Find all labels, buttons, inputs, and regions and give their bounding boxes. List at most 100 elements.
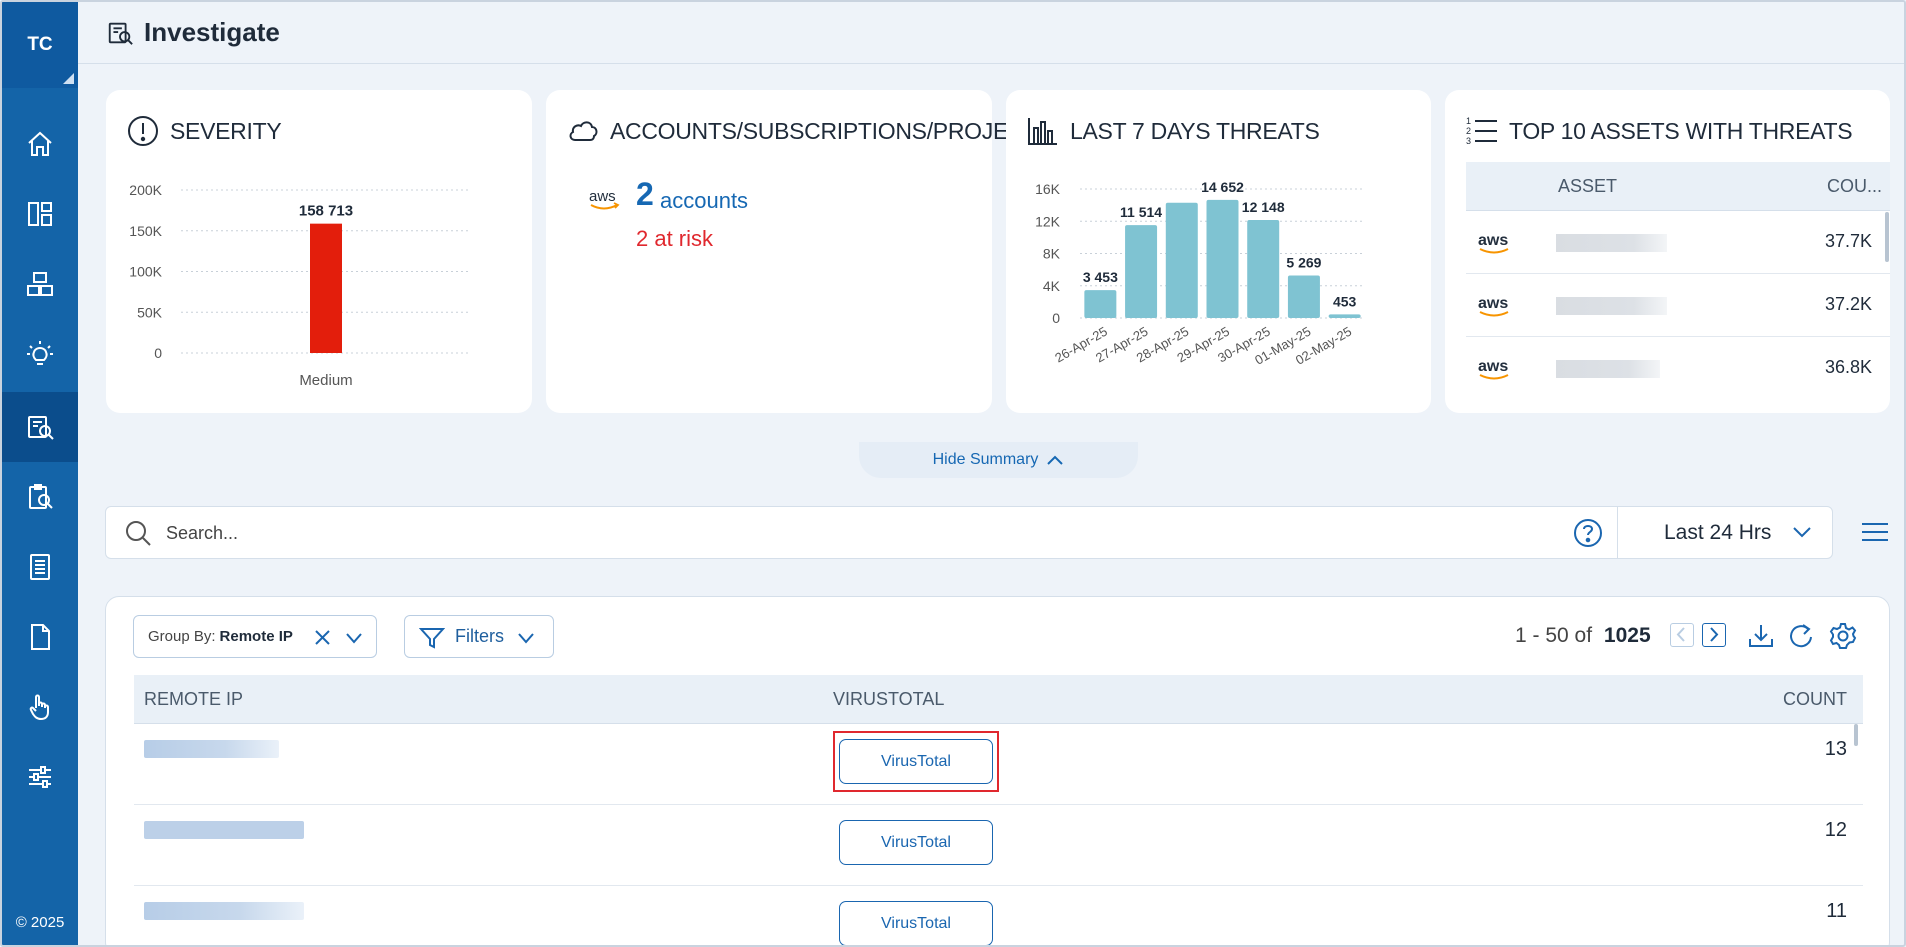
filters-label: Filters: [455, 626, 504, 646]
chevron-up-icon: [1047, 455, 1064, 465]
severity-card-title: SEVERITY: [126, 114, 282, 148]
svg-text:aws: aws: [589, 188, 616, 205]
filters-button[interactable]: Filters: [404, 615, 554, 658]
svg-text:2: 2: [1466, 126, 1471, 136]
bar: [1125, 225, 1158, 318]
asset-name-redacted: [1556, 297, 1667, 315]
alert-icon: [128, 116, 158, 146]
investigate-icon: [108, 22, 133, 45]
bar: [1206, 199, 1239, 318]
svg-text:aws: aws: [1478, 232, 1508, 249]
chevron-down-icon[interactable]: [345, 632, 363, 644]
table-row[interactable]: VirusTotal 11: [134, 886, 1863, 945]
top-asset-row[interactable]: aws 36.8K: [1466, 337, 1890, 407]
accounts-card-title: ACCOUNTS/SUBSCRIPTIONS/PROJECTS: [566, 114, 1081, 148]
hide-summary-label: Hide Summary: [932, 451, 1039, 468]
help-icon[interactable]: [1573, 518, 1603, 548]
severity-title: SEVERITY: [170, 117, 282, 144]
table-row[interactable]: VirusTotal 13: [134, 724, 1863, 805]
data-label: 11 514: [1120, 204, 1162, 220]
sidebar-item-document[interactable]: [2, 602, 78, 672]
bar: [1287, 275, 1320, 318]
bar: [1084, 290, 1117, 318]
top-asset-row[interactable]: aws 37.2K: [1466, 274, 1890, 337]
close-icon[interactable]: [314, 629, 331, 646]
col-virustotal[interactable]: VIRUSTOTAL: [833, 689, 944, 710]
top-asset-row[interactable]: aws 37.7K: [1466, 211, 1890, 274]
virustotal-button[interactable]: VirusTotal: [839, 739, 993, 784]
col-count[interactable]: COU...: [1827, 176, 1882, 197]
compliance-icon: [29, 484, 53, 509]
avatar[interactable]: TC: [2, 2, 78, 88]
table-row[interactable]: VirusTotal 12: [134, 805, 1863, 886]
y-tick-label: 16K: [1035, 181, 1061, 197]
bar: [1328, 314, 1361, 318]
y-tick-label: 100K: [129, 264, 162, 280]
accounts-at-risk[interactable]: 2 at risk: [636, 226, 713, 252]
refresh-icon[interactable]: [1786, 621, 1816, 651]
y-tick-label: 8K: [1043, 246, 1061, 262]
hide-summary-toggle[interactable]: Hide Summary: [859, 442, 1138, 478]
accounts-card: ACCOUNTS/SUBSCRIPTIONS/PROJECTS: [546, 90, 1080, 413]
svg-text:aws: aws: [1478, 295, 1508, 312]
numbered-list-icon: 123: [1466, 116, 1497, 146]
menu-icon[interactable]: [1860, 520, 1890, 544]
aws-logo-icon: aws: [1478, 232, 1509, 254]
accounts-count[interactable]: 2: [636, 176, 654, 213]
page-title: Investigate: [144, 17, 280, 47]
sidebar-item-insights[interactable]: [2, 319, 78, 389]
search-input[interactable]: [166, 515, 1646, 551]
time-range-select[interactable]: Last 24 Hrs: [1618, 507, 1832, 558]
sidebar-item-settings[interactable]: [2, 742, 78, 812]
bar-chart-icon: [1028, 118, 1057, 145]
download-icon[interactable]: [1746, 621, 1776, 651]
row-count: 13: [1824, 738, 1847, 760]
sidebar-item-inventory[interactable]: [2, 249, 78, 319]
col-count[interactable]: COUNT: [1783, 689, 1847, 710]
data-label: 5 269: [1286, 255, 1321, 271]
group-by-label: Group By:: [148, 628, 216, 645]
insights-icon: [27, 341, 53, 365]
chevron-left-icon: [1676, 627, 1685, 642]
sidebar-item-reports[interactable]: [2, 532, 78, 602]
copyright: © 2025: [15, 914, 65, 931]
svg-text:1: 1: [1466, 116, 1471, 126]
sidebar: TC © 2025: [2, 2, 78, 945]
avatar-corner: [63, 73, 74, 84]
sidebar-item-compliance[interactable]: [2, 462, 78, 532]
accounts-link[interactable]: accounts: [660, 188, 748, 214]
y-tick-label: 4K: [1043, 278, 1061, 294]
virustotal-button[interactable]: VirusTotal: [839, 820, 993, 865]
remote-ip-redacted: [144, 821, 304, 839]
next-page-button[interactable]: [1702, 623, 1726, 647]
time-range-value: Last 24 Hrs: [1664, 520, 1772, 544]
row-count: 12: [1824, 819, 1847, 841]
aws-logo-icon: aws: [589, 188, 620, 210]
inventory-icon: [27, 272, 53, 296]
pagination-range: 1 - 50 of: [1515, 624, 1593, 647]
svg-text:3: 3: [1466, 136, 1471, 146]
table-scrollbar[interactable]: [1854, 724, 1858, 746]
y-tick-label: 150K: [129, 223, 162, 239]
sidebar-item-home[interactable]: [2, 109, 78, 179]
prev-page-button[interactable]: [1670, 623, 1694, 647]
top-assets-scrollbar[interactable]: [1885, 212, 1889, 262]
aws-logo-icon: aws: [1478, 295, 1509, 317]
sidebar-item-hand[interactable]: [2, 672, 78, 742]
pagination-info: 1 - 50 of 1025: [1515, 624, 1651, 648]
col-remote-ip[interactable]: REMOTE IP: [144, 689, 243, 710]
virustotal-button[interactable]: VirusTotal: [839, 901, 993, 945]
col-asset[interactable]: ASSET: [1558, 176, 1617, 197]
chevron-down-icon: [518, 633, 534, 644]
group-by-select[interactable]: Group By: Remote IP: [133, 615, 377, 658]
sidebar-item-investigate[interactable]: [2, 392, 78, 462]
bar: [310, 223, 342, 353]
settings-icon: [29, 766, 51, 788]
hand-icon: [29, 694, 49, 721]
sidebar-item-dashboard[interactable]: [2, 179, 78, 249]
accounts-title: ACCOUNTS/SUBSCRIPTIONS/PROJECTS: [610, 117, 1054, 144]
data-label: 12 148: [1242, 199, 1285, 215]
asset-count: 37.7K: [1824, 231, 1872, 251]
aws-logo-icon: aws: [1478, 358, 1509, 380]
gear-icon[interactable]: [1828, 621, 1858, 651]
